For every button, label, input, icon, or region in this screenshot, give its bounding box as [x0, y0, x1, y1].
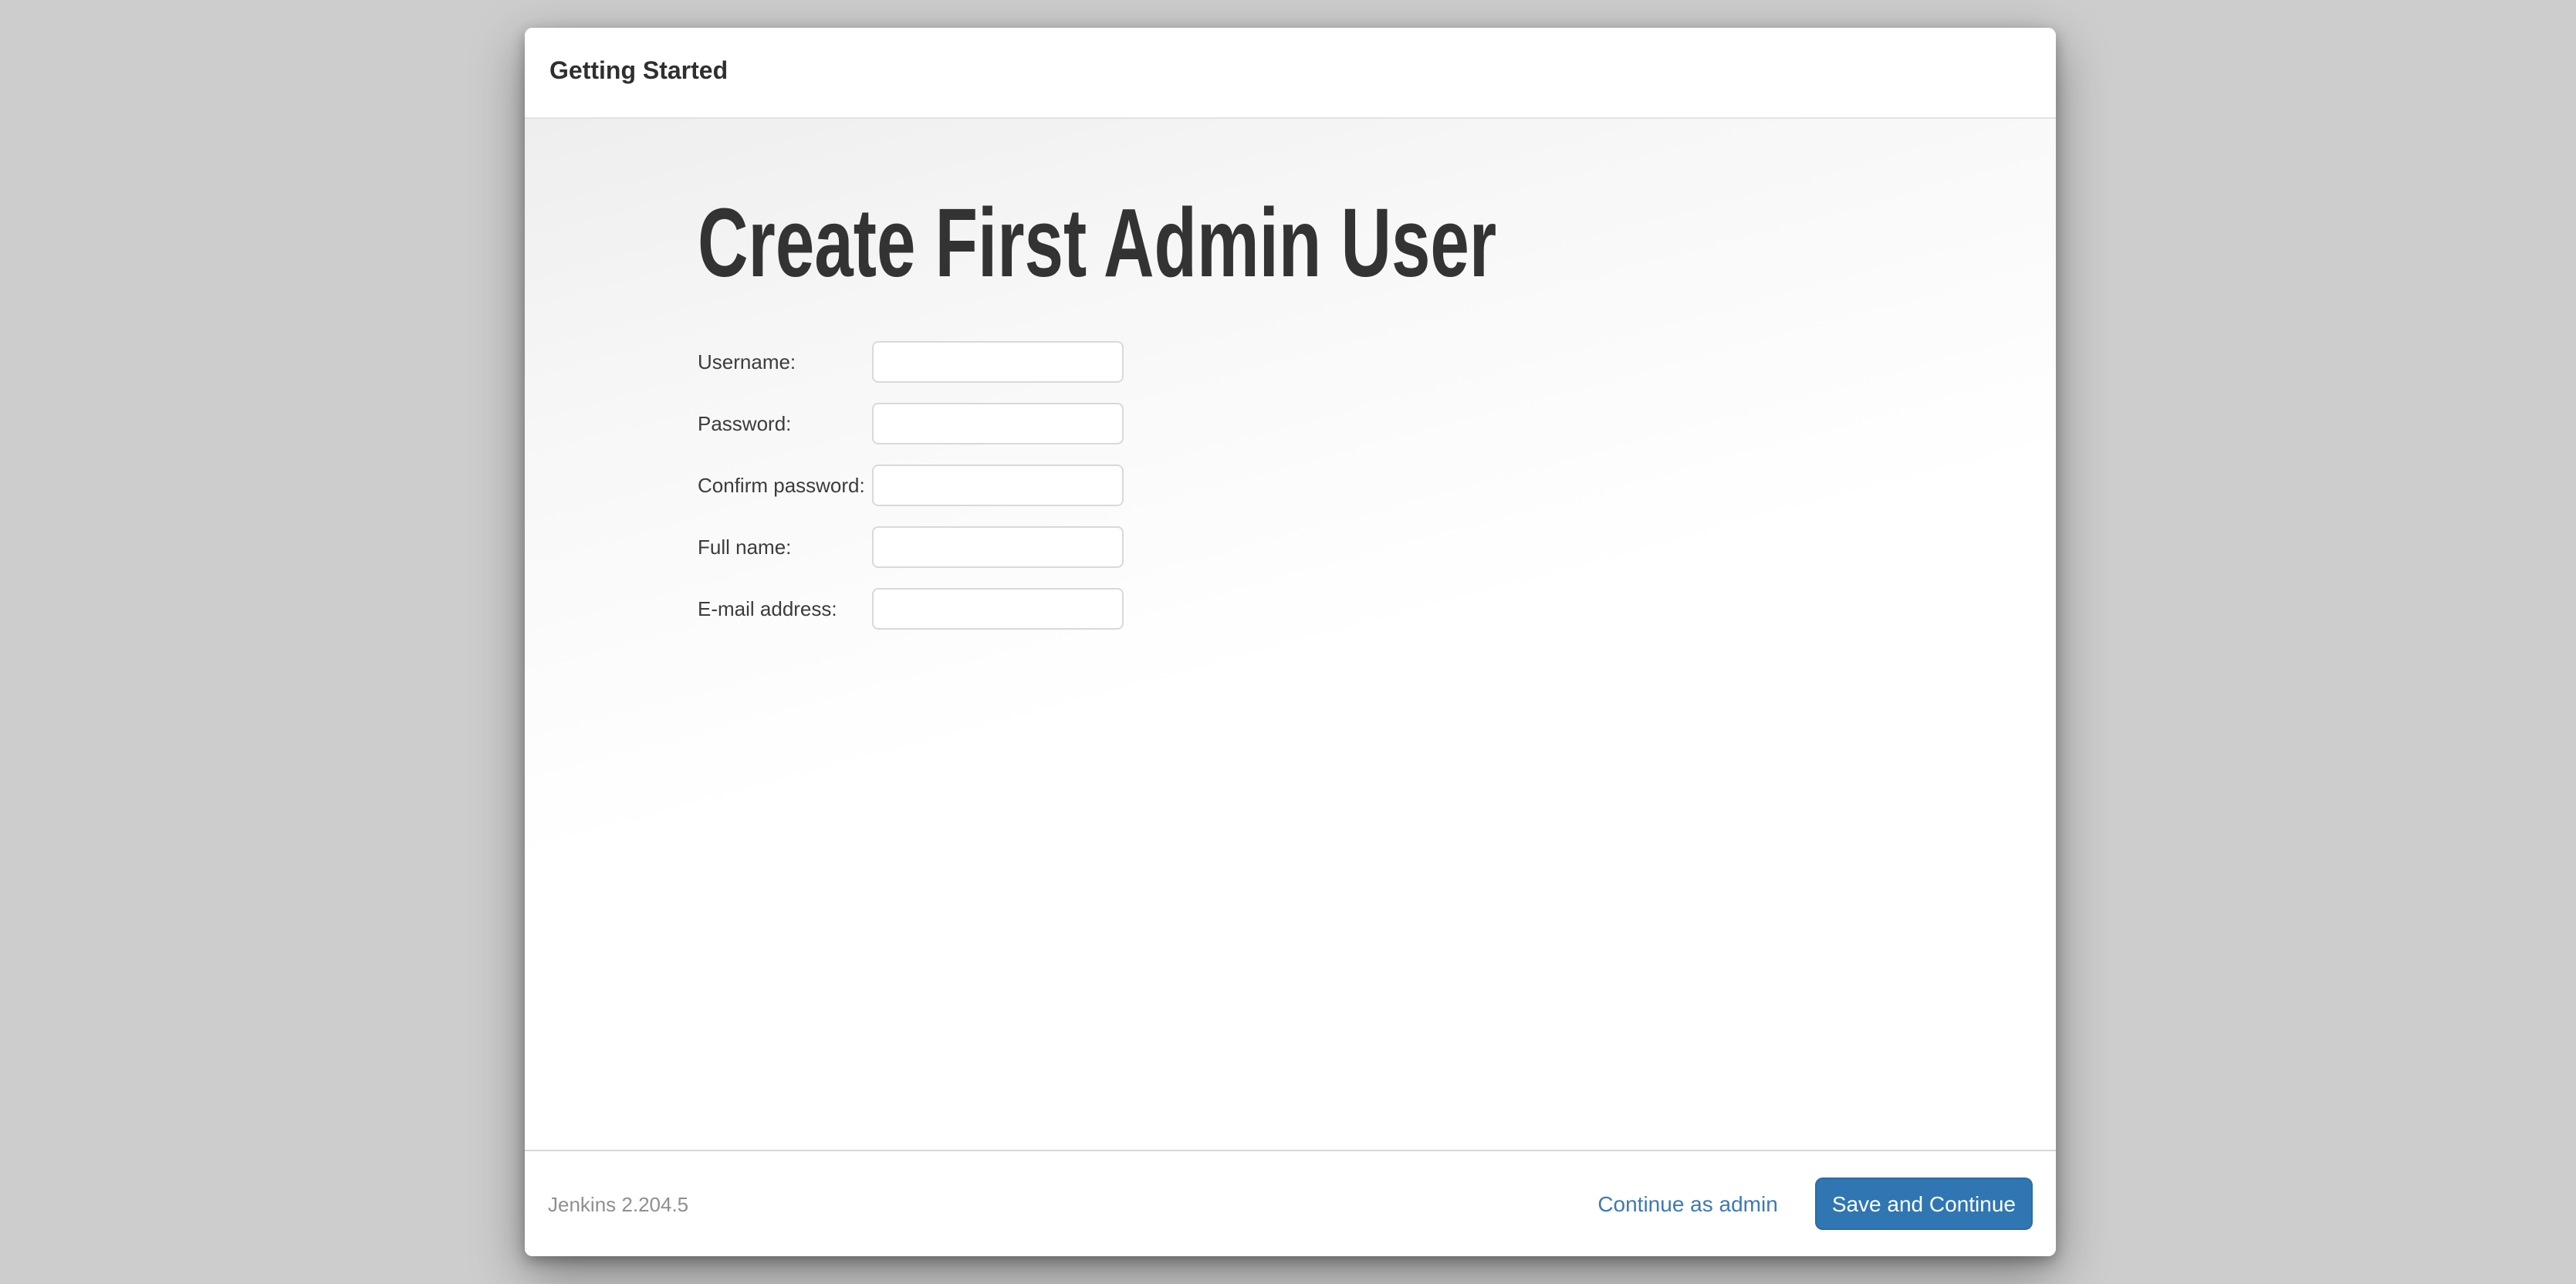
setup-wizard-dialog: Getting Started Create First Admin User … [525, 28, 2056, 1256]
dialog-body: Create First Admin User Username: Passwor… [525, 119, 2056, 1150]
password-input[interactable] [872, 403, 1124, 444]
full-name-input[interactable] [872, 526, 1124, 568]
jenkins-version-label: Jenkins 2.204.5 [548, 1192, 688, 1215]
confirm-password-label: Confirm password: [698, 465, 872, 506]
password-label: Password: [698, 403, 872, 444]
email-input[interactable] [872, 588, 1124, 630]
username-label: Username: [698, 341, 872, 383]
save-and-continue-button[interactable]: Save and Continue [1815, 1178, 2033, 1230]
confirm-password-input[interactable] [872, 465, 1124, 506]
email-row: E-mail address: [698, 588, 1124, 630]
admin-user-form: Username: Password: Confirm password: Full … [698, 341, 1124, 650]
page-title: Create First Admin User [698, 196, 1496, 293]
continue-as-admin-link[interactable]: Continue as admin [1597, 1191, 1778, 1216]
dialog-header: Getting Started [525, 28, 2056, 119]
password-row: Password: [698, 403, 1124, 444]
desktop-background: Getting Started Create First Admin User … [0, 0, 2576, 1284]
dialog-title: Getting Started [549, 59, 728, 86]
full-name-row: Full name: [698, 526, 1124, 568]
dialog-footer: Jenkins 2.204.5 Continue as admin Save a… [525, 1150, 2056, 1256]
email-label: E-mail address: [698, 588, 872, 630]
username-row: Username: [698, 341, 1124, 383]
full-name-label: Full name: [698, 526, 872, 568]
confirm-password-row: Confirm password: [698, 465, 1124, 506]
username-input[interactable] [872, 341, 1124, 383]
